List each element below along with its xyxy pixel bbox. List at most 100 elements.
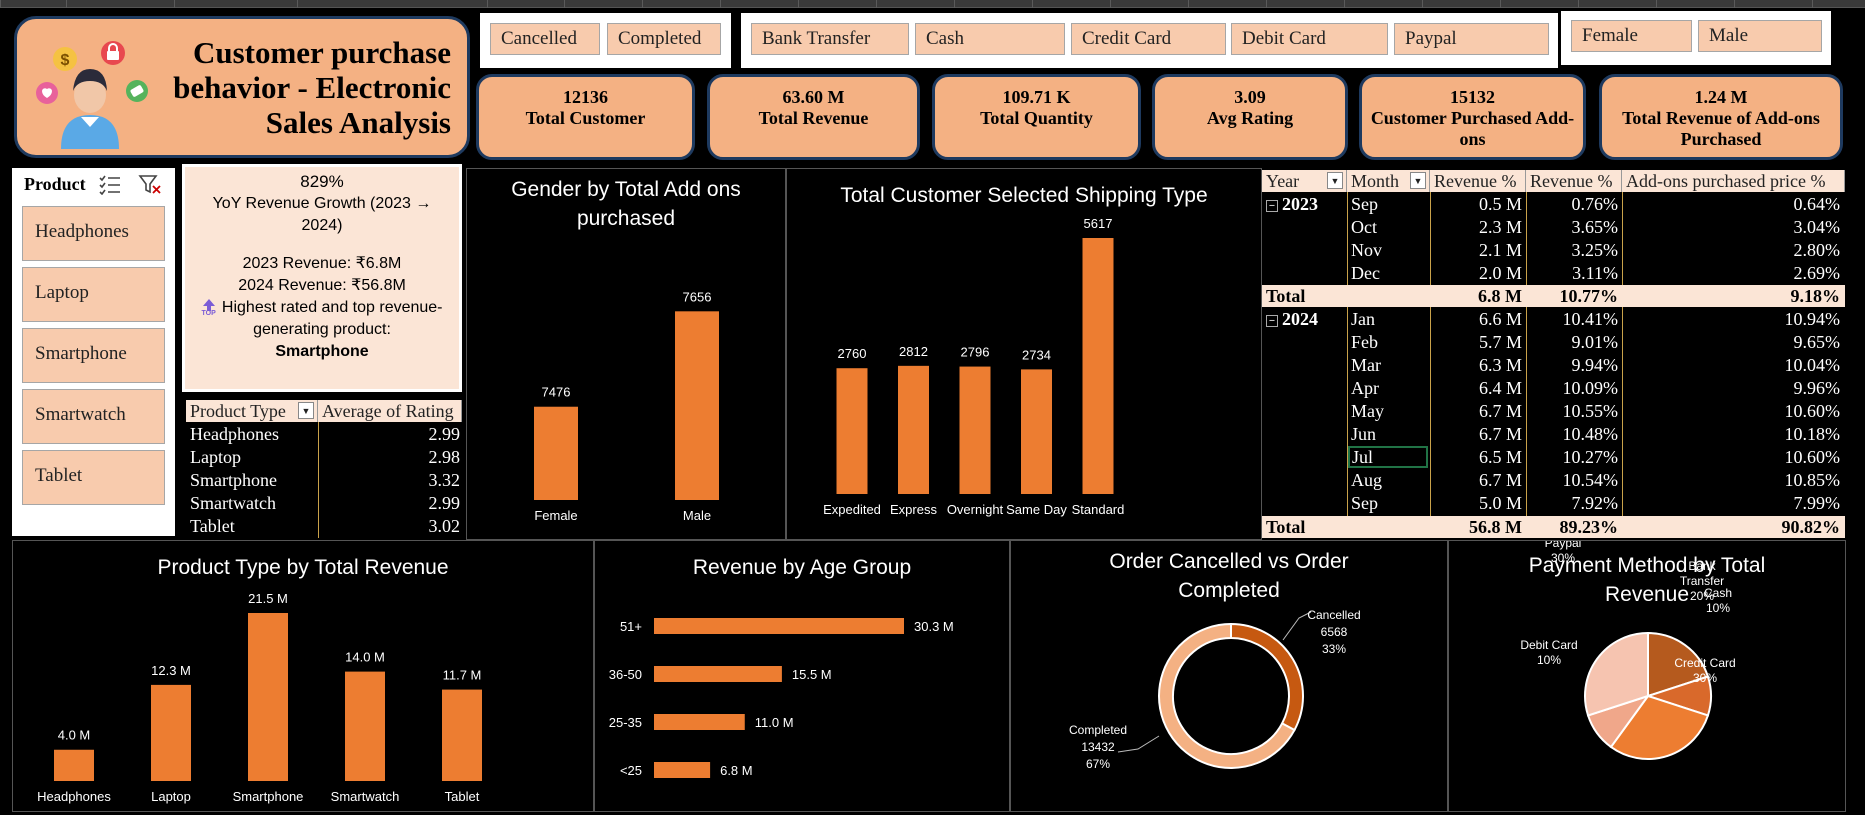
data-label: 2734 — [1022, 347, 1051, 362]
slice-label: 67% — [1086, 757, 1110, 771]
kpi-total-quantity: 109.71 K Total Quantity — [932, 74, 1141, 160]
product-chip-smartphone[interactable]: Smartphone — [22, 328, 165, 383]
pivot-revenue-pct: 7.92% — [1571, 493, 1619, 513]
pivot-revenue: 6.5 M — [1478, 447, 1522, 467]
bar — [1082, 238, 1114, 494]
kpi-value: 15132 — [1450, 87, 1495, 107]
pivot-addons-pct: 7.99% — [1793, 493, 1841, 513]
order-status-slicer: Cancelled Completed — [480, 13, 731, 68]
payment-pie-svg: BankTransfer20%Cash10%Credit Card30%Debi… — [1520, 541, 1736, 760]
category-label: Female — [534, 508, 577, 523]
slice-label: 6568 — [1321, 625, 1348, 639]
kpi-value: 63.60 M — [782, 87, 845, 107]
category-label: Standard — [1072, 502, 1125, 517]
slicer-chip-cash[interactable]: Cash — [915, 23, 1065, 55]
shipping-type-chart: Total Customer Selected Shipping Type 27… — [786, 168, 1262, 540]
age-bar-svg: 30.3 M 51+ 15.5 M 36-50 11.0 M 25-35 6.8 M <25 — [609, 618, 954, 778]
shipping-bar-svg: 2760 Expedited 2812 Express 2796 Overnight 273… — [823, 216, 1125, 517]
category-label: Expedited — [823, 502, 881, 517]
pivot-month: Feb — [1351, 332, 1378, 352]
pivot-addons-pct: 2.80% — [1793, 240, 1841, 260]
top-product-name: Smartphone — [275, 343, 369, 360]
slicer-chip-paypal[interactable]: Paypal — [1394, 23, 1549, 55]
data-label: 5617 — [1084, 216, 1113, 231]
slicer-chip-credit-card[interactable]: Credit Card — [1071, 23, 1226, 55]
pivot-total-label: Total — [1266, 517, 1306, 537]
pivot-month: Dec — [1351, 263, 1380, 283]
pivot-header-month[interactable]: Month ▼ — [1347, 170, 1430, 192]
slice-label: Completed — [1069, 723, 1127, 737]
collapse-icon[interactable]: − — [1266, 314, 1278, 327]
slicer-chip-female[interactable]: Female — [1571, 20, 1692, 52]
kpi-label: Total Customer — [525, 108, 646, 128]
slicer-chip-debit-card[interactable]: Debit Card — [1231, 23, 1388, 55]
product-chip-smartwatch[interactable]: Smartwatch — [22, 389, 165, 444]
pivot-revenue-pct: 3.65% — [1571, 217, 1619, 237]
rating-row-product: Smartphone — [190, 470, 277, 490]
rating-row-product: Headphones — [190, 424, 279, 444]
pivot-total-label: Total — [1266, 286, 1306, 306]
bar — [248, 613, 288, 781]
slicer-chip-male[interactable]: Male — [1698, 20, 1822, 52]
kpi-avg-rating: 3.09 Avg Rating — [1152, 74, 1348, 160]
slicer-chip-bank-transfer[interactable]: Bank Transfer — [751, 23, 909, 55]
rating-row-value: 2.99 — [428, 424, 461, 444]
pivot-addons-pct: 10.60% — [1784, 401, 1841, 421]
yoy-growth-card: 829% YoY Revenue Growth (2023 → 2024) 20… — [182, 164, 462, 392]
bar — [345, 671, 385, 781]
pivot-total-revenue-pct: 10.77% — [1559, 286, 1619, 306]
collapse-icon[interactable]: − — [1266, 199, 1278, 212]
slice-label: 30% — [1551, 551, 1575, 565]
data-label: 2796 — [961, 345, 990, 360]
pivot-month: Sep — [1351, 493, 1378, 513]
pivot-addons-pct: 9.65% — [1793, 332, 1841, 352]
pivot-revenue: 6.6 M — [1478, 309, 1522, 329]
product-revenue-chart: Product Type by Total Revenue 4.0 M Headp… — [12, 540, 594, 812]
title-card: $ Customer purchase behavior - Electroni… — [14, 16, 470, 158]
leader-line — [1117, 735, 1160, 753]
kpi-value: 12136 — [563, 87, 608, 107]
data-label: 15.5 M — [792, 667, 832, 682]
pivot-revenue-pct: 3.25% — [1571, 240, 1619, 260]
clear-filter-icon[interactable] — [138, 173, 162, 195]
kpi-addons-revenue: 1.24 M Total Revenue of Add-ons Purchase… — [1599, 74, 1843, 160]
kpi-value: 109.71 K — [1002, 87, 1071, 107]
pivot-addons-pct: 3.04% — [1793, 217, 1841, 237]
data-label: 30.3 M — [914, 619, 954, 634]
pivot-month: Jul — [1348, 446, 1428, 468]
pivot-header-year[interactable]: Year ▼ — [1262, 170, 1347, 192]
pivot-total-revenue: 56.8 M — [1469, 517, 1522, 537]
rating-table: Product Type ▼ Average of Rating Headpho… — [186, 400, 462, 538]
pivot-addons-pct: 10.85% — [1784, 470, 1841, 490]
slice-label: Paypal — [1545, 541, 1582, 550]
product-chip-tablet[interactable]: Tablet — [22, 450, 165, 505]
rating-row-product: Smartwatch — [190, 493, 276, 513]
pivot-month: Nov — [1351, 240, 1382, 260]
data-label: 21.5 M — [248, 591, 288, 606]
yoy-label: YoY Revenue Growth (2023 → 2024) — [212, 195, 432, 234]
pivot-month: Jun — [1351, 424, 1377, 444]
slice-label: 13432 — [1081, 740, 1115, 754]
pivot-month: Apr — [1351, 378, 1379, 398]
category-label: <25 — [620, 763, 642, 778]
kpi-value: 1.24 M — [1694, 87, 1748, 107]
data-label: 2760 — [838, 346, 867, 361]
pivot-month: Oct — [1351, 217, 1377, 237]
bar — [151, 684, 191, 781]
product-chip-laptop[interactable]: Laptop — [22, 267, 165, 322]
pivot-revenue-pct: 9.01% — [1571, 332, 1619, 352]
multi-select-icon[interactable] — [98, 173, 122, 195]
slicer-chip-completed[interactable]: Completed — [607, 23, 721, 55]
pivot-total-revenue: 6.8 M — [1478, 286, 1522, 306]
order-status-chart: Order Cancelled vs Order Completed Cance… — [1010, 540, 1448, 812]
pivot-revenue: 6.7 M — [1478, 401, 1522, 421]
pivot-revenue-pct: 10.09% — [1562, 378, 1619, 398]
product-chip-headphones[interactable]: Headphones — [22, 206, 165, 261]
category-label: Male — [683, 508, 711, 523]
rating-row-product: Tablet — [190, 516, 235, 536]
pivot-month: Jan — [1351, 309, 1375, 329]
rating-header-product[interactable]: Product Type ▼ — [186, 400, 318, 422]
slicer-chip-cancelled[interactable]: Cancelled — [490, 23, 600, 55]
pivot-total-revenue-pct: 89.23% — [1559, 517, 1619, 537]
category-label: Laptop — [151, 789, 191, 804]
